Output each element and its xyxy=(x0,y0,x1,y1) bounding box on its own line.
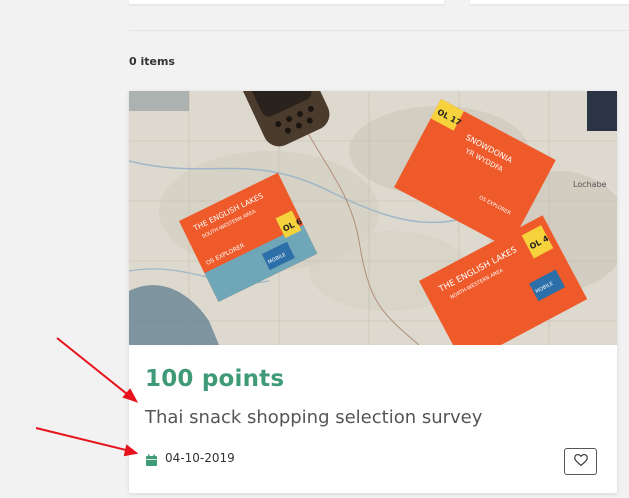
items-count: 0 items xyxy=(129,55,175,68)
svg-text:Lochabe: Lochabe xyxy=(573,180,607,189)
survey-date: 04-10-2019 xyxy=(165,451,235,465)
annotation-arrow-date xyxy=(35,427,131,452)
survey-title[interactable]: Thai snack shopping selection survey xyxy=(145,407,482,428)
survey-card[interactable]: THE ENGLISH LAKES SOUTH-WESTERN AREA OS … xyxy=(129,91,617,493)
calendar-icon xyxy=(145,452,158,466)
points-value: 100 points xyxy=(145,366,285,392)
annotation-arrow-title xyxy=(56,337,133,399)
survey-card-image[interactable]: THE ENGLISH LAKES SOUTH-WESTERN AREA OS … xyxy=(129,91,617,345)
previous-card-left xyxy=(129,0,444,4)
favorite-button[interactable] xyxy=(564,448,597,475)
previous-card-right xyxy=(470,0,629,4)
map-photo: THE ENGLISH LAKES SOUTH-WESTERN AREA OS … xyxy=(129,91,617,345)
date-row: 04-10-2019 xyxy=(145,451,235,466)
heart-icon xyxy=(573,453,588,469)
divider xyxy=(129,30,629,31)
